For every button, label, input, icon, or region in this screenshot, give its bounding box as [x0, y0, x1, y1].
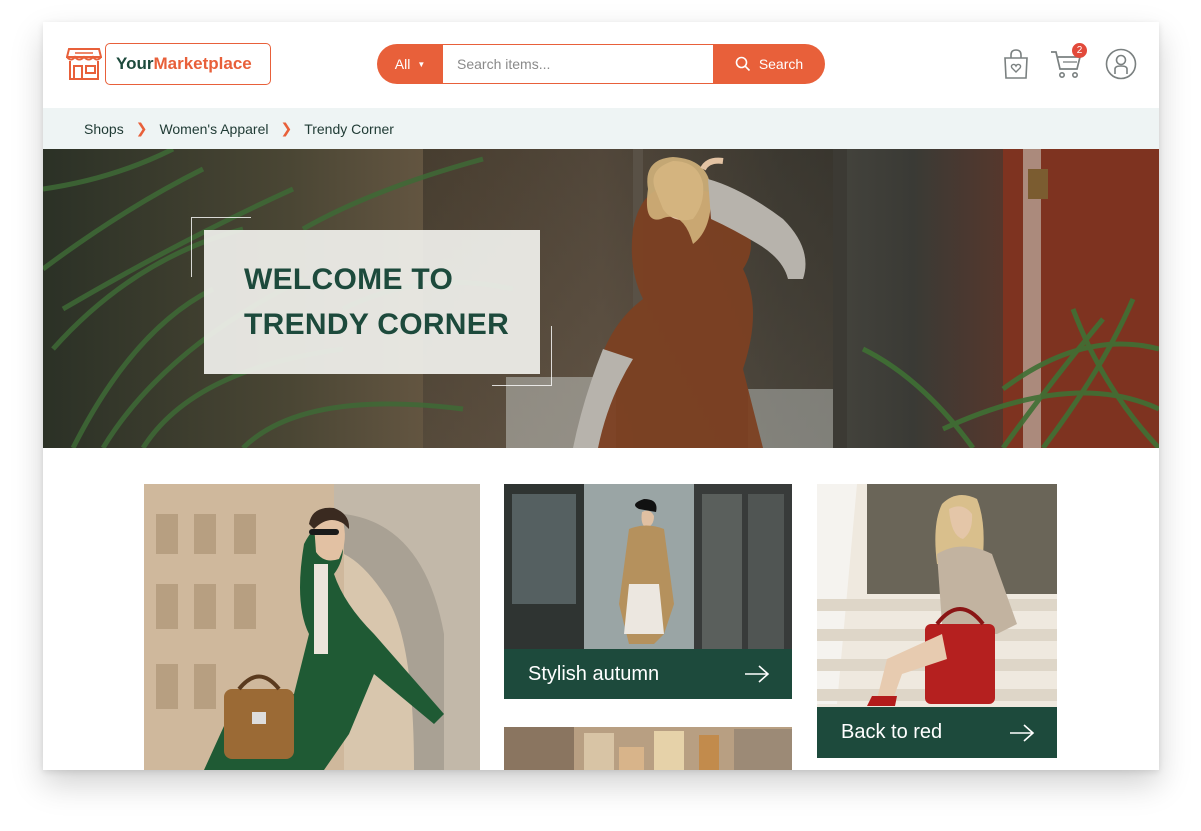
collection-tile-street[interactable] [504, 727, 792, 770]
search-button-label: Search [758, 56, 804, 72]
collection-tile-stylish-autumn[interactable]: Stylish autumn [504, 484, 792, 699]
collection-photo [504, 727, 792, 770]
search-bar: All ▼ Search [377, 44, 825, 84]
hero-title-line-2: TRENDY CORNER [244, 308, 510, 341]
collection-photo [144, 484, 480, 770]
logo-text-marketplace: Marketplace [153, 54, 252, 73]
hero-title-line-1: WELCOME TO [244, 263, 454, 296]
wishlist-button[interactable] [999, 47, 1033, 81]
caret-down-icon: ▼ [417, 59, 426, 69]
breadcrumb-item-shops[interactable]: Shops [84, 121, 124, 137]
cart-button[interactable]: 2 [1049, 43, 1087, 81]
breadcrumb: Shops ❯ Women's Apparel ❯ Trendy Corner [43, 108, 1159, 149]
arrow-right-icon [1010, 723, 1035, 742]
shopping-bag-heart-icon [1004, 49, 1028, 79]
arrow-right-icon [745, 665, 770, 683]
search-input[interactable] [443, 44, 713, 84]
hero-title: WELCOME TO TRENDY CORNER [244, 257, 509, 347]
collection-tile-green-suit[interactable] [144, 484, 480, 770]
site-logo[interactable]: Your Marketplace [65, 43, 271, 85]
tile-label-text: Stylish autumn [528, 662, 660, 685]
tile-label-text: Back to red [841, 721, 943, 743]
breadcrumb-item-trendy-corner[interactable]: Trendy Corner [304, 121, 394, 137]
storefront-icon [65, 45, 103, 83]
chevron-right-icon: ❯ [135, 120, 148, 136]
site-header: Your Marketplace All ▼ Search items... S… [43, 22, 1159, 108]
logo-wordmark: Your Marketplace [105, 43, 271, 85]
search-category-label: All [394, 56, 411, 72]
account-button[interactable] [1104, 47, 1138, 81]
hero-banner: WELCOME TO TRENDY CORNER [43, 149, 1159, 448]
hero-title-card: WELCOME TO TRENDY CORNER [204, 230, 540, 374]
search-icon [735, 56, 750, 72]
search-button[interactable]: Search [713, 44, 825, 84]
user-circle-icon [1105, 48, 1137, 80]
logo-text-your: Your [116, 54, 154, 73]
browser-page: Your Marketplace All ▼ Search items... S… [43, 22, 1159, 770]
cart-count-badge: 2 [1072, 43, 1087, 58]
tile-label-bar: Back to red [817, 707, 1057, 758]
chevron-right-icon: ❯ [280, 120, 293, 136]
tile-label-bar: Stylish autumn [504, 649, 792, 699]
search-category-dropdown[interactable]: All ▼ [377, 44, 443, 84]
collection-tile-back-to-red[interactable]: Back to red [817, 484, 1057, 758]
breadcrumb-item-womens-apparel[interactable]: Women's Apparel [159, 121, 268, 137]
